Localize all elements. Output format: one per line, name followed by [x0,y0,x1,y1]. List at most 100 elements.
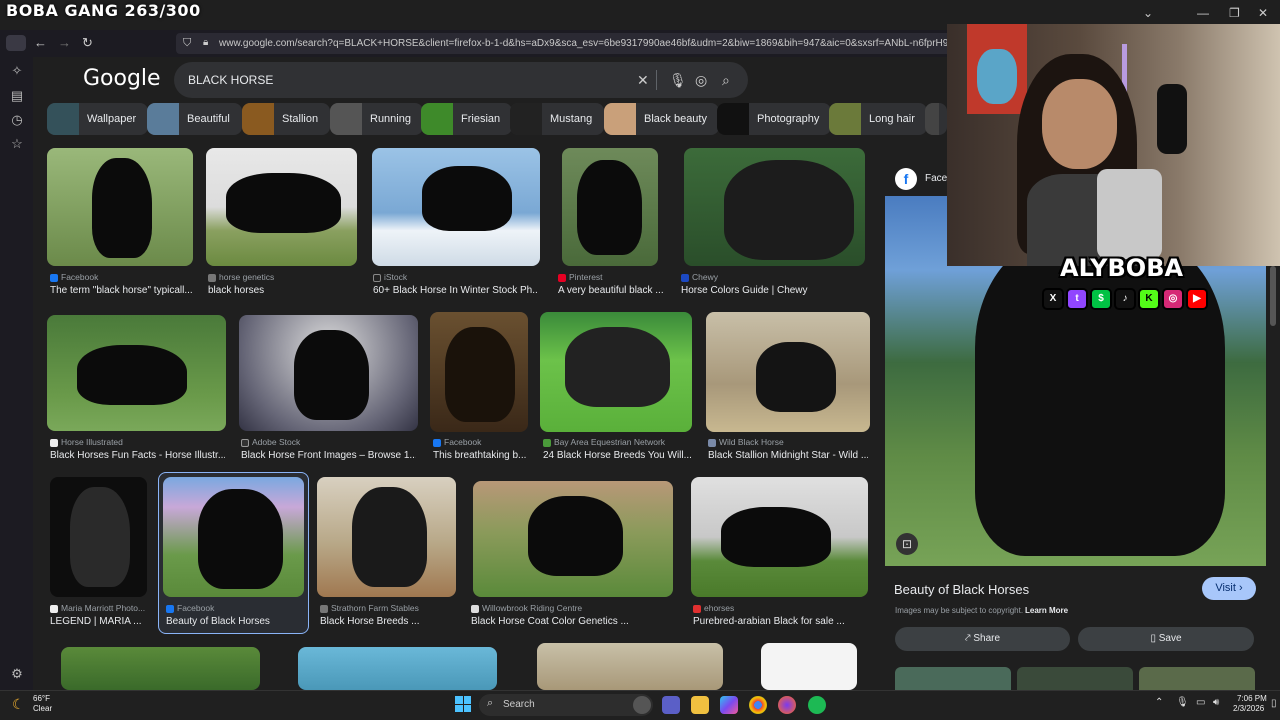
search-query[interactable]: BLACK HORSE [188,73,273,87]
monitor-icon[interactable]: ▭ [1196,697,1205,708]
result-source[interactable]: Strathorn Farm Stables [320,603,419,613]
lock-icon[interactable]: 🔒︎ [203,37,208,48]
result-image[interactable] [317,477,456,597]
weather-temperature[interactable]: 66°F [33,694,50,703]
history-icon[interactable]: ◷ [9,112,25,128]
chip-running[interactable]: Running [330,103,423,135]
result-title[interactable]: Purebred-arabian Black for sale ... [693,616,868,627]
result-image[interactable] [298,647,497,690]
result-source[interactable]: Maria Marriott Photo... [50,603,145,613]
result-image[interactable] [537,643,723,690]
result-image[interactable] [372,148,540,266]
chip-mustang[interactable]: Mustang [510,103,605,135]
result-title[interactable]: The term "black horse" typicall... [50,285,195,296]
result-image[interactable] [706,312,870,432]
firefox-icon[interactable] [778,696,796,714]
file-explorer-icon[interactable] [691,696,709,714]
result-source[interactable]: Facebook [50,272,98,282]
gear-icon[interactable]: ⚙ [9,666,25,682]
result-title[interactable]: Black Horses Fun Facts - Horse Illustr..… [50,450,225,461]
minimize-icon[interactable]: — [1197,6,1209,20]
lens-search-icon[interactable]: ⊡ [896,533,918,555]
teams-icon[interactable] [662,696,680,714]
visit-button[interactable]: Visit › [1202,577,1256,600]
related-image[interactable] [1017,667,1133,690]
chevron-down-icon[interactable]: ⌄ [1143,6,1153,20]
result-title[interactable]: Beauty of Black Horses [166,616,306,627]
volume-icon[interactable]: 🔊︎ [1213,697,1219,708]
result-title[interactable]: Black Horse Coat Color Genetics ... [471,616,671,627]
result-title[interactable]: LEGEND | MARIA ... [50,616,150,627]
result-image[interactable] [473,481,673,597]
lens-icon[interactable]: ◎ [695,72,707,89]
moon-weather-icon[interactable]: ☾ [12,696,25,713]
related-image[interactable] [895,667,1011,690]
chip-friesian[interactable]: Friesian [421,103,513,135]
result-source[interactable]: iStock [373,272,407,282]
result-source[interactable]: ehorses [693,603,734,613]
search-icon[interactable]: ⌕ [722,72,730,89]
result-image[interactable] [430,312,528,432]
chip-stallion[interactable]: Stallion [242,103,331,135]
url-text[interactable]: www.google.com/search?q=BLACK+HORSE&clie… [219,38,949,49]
shield-icon[interactable]: ⛉ [183,37,191,50]
spotify-icon[interactable] [808,696,826,714]
result-image[interactable] [50,477,147,597]
preview-title[interactable]: Beauty of Black Horses [894,582,1029,597]
back-icon[interactable]: ← [34,35,47,50]
chip-black-beauty[interactable]: Black beauty [604,103,719,135]
learn-more-link[interactable]: Learn More [1025,606,1068,615]
result-source[interactable]: Facebook [166,603,214,613]
facebook-icon[interactable]: f [895,168,917,190]
result-title[interactable]: Horse Colors Guide | Chewy [681,285,861,296]
chip-wallpaper[interactable]: Wallpaper [47,103,149,135]
result-image[interactable] [206,148,357,266]
result-image[interactable] [47,315,226,431]
result-title[interactable]: 24 Black Horse Breeds You Will... [543,450,693,461]
chrome-icon[interactable] [749,696,767,714]
result-image[interactable] [540,312,692,432]
result-source[interactable]: Chewy [681,272,718,282]
save-button[interactable]: ▯ Save [1078,627,1254,651]
result-image[interactable] [239,315,418,431]
close-icon[interactable]: ✕ [1258,6,1268,20]
result-source[interactable]: horse genetics [208,272,274,282]
clock-date[interactable]: 2/3/2026 [1233,704,1264,713]
reload-icon[interactable]: ↻ [82,35,93,51]
result-image[interactable] [761,643,857,690]
notification-icon[interactable]: ▯ [1271,698,1277,709]
clock-time[interactable]: 7:06 PM [1237,694,1267,703]
bookmarks-icon[interactable]: ▤ [9,88,25,104]
result-title[interactable]: Black Stallion Midnight Star - Wild ... [708,450,868,461]
google-logo[interactable]: Google [83,66,161,91]
sidebar-toggle-button[interactable] [6,35,26,51]
chip-beautiful[interactable]: Beautiful [147,103,242,135]
mic-icon[interactable]: 🎙︎ [1176,697,1189,708]
chevron-up-icon[interactable]: ⌃ [1155,697,1163,708]
result-title[interactable]: A very beautiful black ... [558,285,663,296]
result-source[interactable]: Adobe Stock [241,437,300,447]
result-source[interactable]: Willowbrook Riding Centre [471,603,582,613]
copilot-icon[interactable] [633,696,651,714]
chip-more[interactable] [925,103,947,135]
result-title[interactable]: Black Horse Front Images – Browse 1... [241,450,416,461]
result-title[interactable]: 60+ Black Horse In Winter Stock Ph... [373,285,538,296]
result-image[interactable] [684,148,865,266]
restore-icon[interactable]: ❐ [1229,6,1240,20]
scrollbar[interactable] [1270,266,1276,326]
result-title[interactable]: black horses [208,285,358,296]
windows-start-icon[interactable] [455,696,471,712]
star-icon[interactable]: ☆ [9,136,25,152]
chip-photography[interactable]: Photography [717,103,832,135]
result-image[interactable] [163,477,304,597]
forward-icon[interactable]: → [58,35,71,50]
result-source[interactable]: Facebook [433,437,481,447]
result-title[interactable]: This breathtaking b... [433,450,528,461]
weather-condition[interactable]: Clear [33,704,52,713]
result-source[interactable]: Horse Illustrated [50,437,123,447]
result-source[interactable]: Pinterest [558,272,603,282]
microsoft-365-icon[interactable] [720,696,738,714]
sparkle-icon[interactable]: ✧ [9,63,25,79]
result-source[interactable]: Wild Black Horse [708,437,784,447]
clear-icon[interactable]: ✕ [637,72,649,89]
